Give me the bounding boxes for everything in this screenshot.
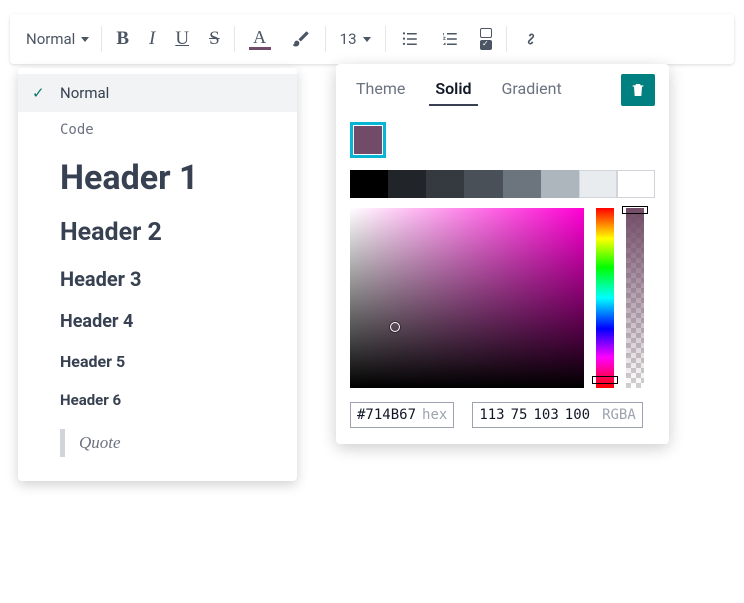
- paintbrush-icon: [291, 29, 311, 49]
- bold-icon: B: [116, 28, 129, 50]
- rgba-unit: RGBA: [602, 407, 636, 423]
- hex-unit: hex: [422, 407, 447, 423]
- separator: [101, 26, 102, 52]
- saturation-lightness-area[interactable]: [350, 208, 584, 388]
- bold-button[interactable]: B: [106, 19, 139, 59]
- font-size-dropdown[interactable]: 13: [330, 19, 381, 59]
- alpha-thumb[interactable]: [622, 206, 648, 214]
- preset-color[interactable]: [541, 170, 579, 198]
- style-option-header3[interactable]: Header 3: [18, 257, 297, 301]
- trash-icon: [630, 81, 646, 99]
- style-option-label: Header 6: [60, 391, 121, 409]
- italic-button[interactable]: I: [139, 19, 165, 59]
- rgba-b: 103: [533, 407, 558, 423]
- strikethrough-button[interactable]: S: [199, 19, 230, 59]
- preset-color[interactable]: [503, 170, 541, 198]
- underline-button[interactable]: U: [165, 19, 199, 59]
- text-style-dropdown[interactable]: Normal: [14, 19, 97, 59]
- italic-icon: I: [149, 28, 155, 50]
- font-color-button[interactable]: A: [239, 19, 281, 59]
- tab-solid[interactable]: Solid: [429, 75, 477, 106]
- style-option-label: Normal: [60, 84, 109, 102]
- style-option-header1[interactable]: Header 1: [18, 148, 297, 208]
- style-option-header6[interactable]: Header 6: [18, 381, 297, 419]
- style-option-label: Header 2: [60, 218, 162, 247]
- check-icon: ✓: [32, 84, 45, 102]
- style-option-label: Quote: [79, 433, 121, 453]
- separator: [506, 26, 507, 52]
- preset-color[interactable]: [388, 170, 426, 198]
- hex-value: #714B67: [357, 407, 416, 423]
- color-picker-tabs: Theme Solid Gradient: [336, 64, 669, 114]
- preset-color[interactable]: [617, 170, 655, 198]
- clear-color-button[interactable]: [621, 74, 655, 106]
- style-option-quote[interactable]: Quote: [18, 419, 297, 467]
- sl-cursor[interactable]: [390, 322, 400, 332]
- tab-theme[interactable]: Theme: [350, 75, 411, 106]
- preset-color[interactable]: [464, 170, 502, 198]
- tab-gradient[interactable]: Gradient: [496, 75, 568, 106]
- caret-icon: [363, 37, 371, 42]
- custom-color-chip[interactable]: [350, 122, 386, 158]
- underline-icon: U: [175, 28, 189, 50]
- separator: [325, 26, 326, 52]
- color-picker-panel: Theme Solid Gradient: [336, 64, 669, 444]
- alpha-slider[interactable]: [626, 208, 644, 388]
- checklist-icon: [480, 28, 492, 50]
- ordered-list-button[interactable]: [430, 19, 470, 59]
- editor-toolbar: Normal B I U S A 13: [10, 14, 734, 64]
- style-option-header5[interactable]: Header 5: [18, 342, 297, 381]
- style-option-code[interactable]: Code: [18, 112, 297, 148]
- font-color-icon: A: [253, 29, 266, 45]
- quote-bar-icon: [60, 429, 65, 457]
- text-style-label: Normal: [26, 30, 75, 48]
- unordered-list-icon: [400, 30, 420, 48]
- style-option-label: Header 5: [60, 352, 125, 371]
- link-button[interactable]: [511, 19, 551, 59]
- style-option-label: Header 3: [60, 267, 141, 291]
- hex-input[interactable]: #714B67 hex: [350, 402, 454, 428]
- preset-color[interactable]: [426, 170, 464, 198]
- unordered-list-button[interactable]: [390, 19, 430, 59]
- separator: [385, 26, 386, 52]
- ordered-list-icon: [440, 30, 460, 48]
- hue-thumb[interactable]: [592, 376, 618, 384]
- style-option-normal[interactable]: ✓ Normal: [18, 74, 297, 112]
- style-option-label: Header 4: [60, 311, 133, 332]
- style-option-label: Header 1: [60, 158, 198, 198]
- background-color-button[interactable]: [281, 19, 321, 59]
- text-style-menu: ✓ Normal Code Header 1 Header 2 Header 3…: [18, 68, 297, 481]
- font-color-swatch: [249, 47, 271, 50]
- link-icon: [521, 29, 541, 49]
- font-size-value: 13: [340, 30, 357, 48]
- hue-slider[interactable]: [596, 208, 614, 388]
- style-option-header4[interactable]: Header 4: [18, 301, 297, 342]
- separator: [234, 26, 235, 52]
- rgba-g: 75: [511, 407, 528, 423]
- rgba-a: 100: [565, 407, 590, 423]
- custom-colors-row: [350, 122, 655, 158]
- rgba-r: 113: [479, 407, 504, 423]
- style-option-header2[interactable]: Header 2: [18, 208, 297, 257]
- strikethrough-icon: S: [209, 28, 220, 50]
- preset-color[interactable]: [350, 170, 388, 198]
- caret-icon: [81, 37, 89, 42]
- preset-color[interactable]: [579, 170, 617, 198]
- rgba-input[interactable]: 113 75 103 100 RGBA: [472, 402, 642, 428]
- preset-colors-row: [350, 170, 655, 198]
- style-option-label: Code: [60, 122, 94, 138]
- checklist-button[interactable]: [470, 19, 502, 59]
